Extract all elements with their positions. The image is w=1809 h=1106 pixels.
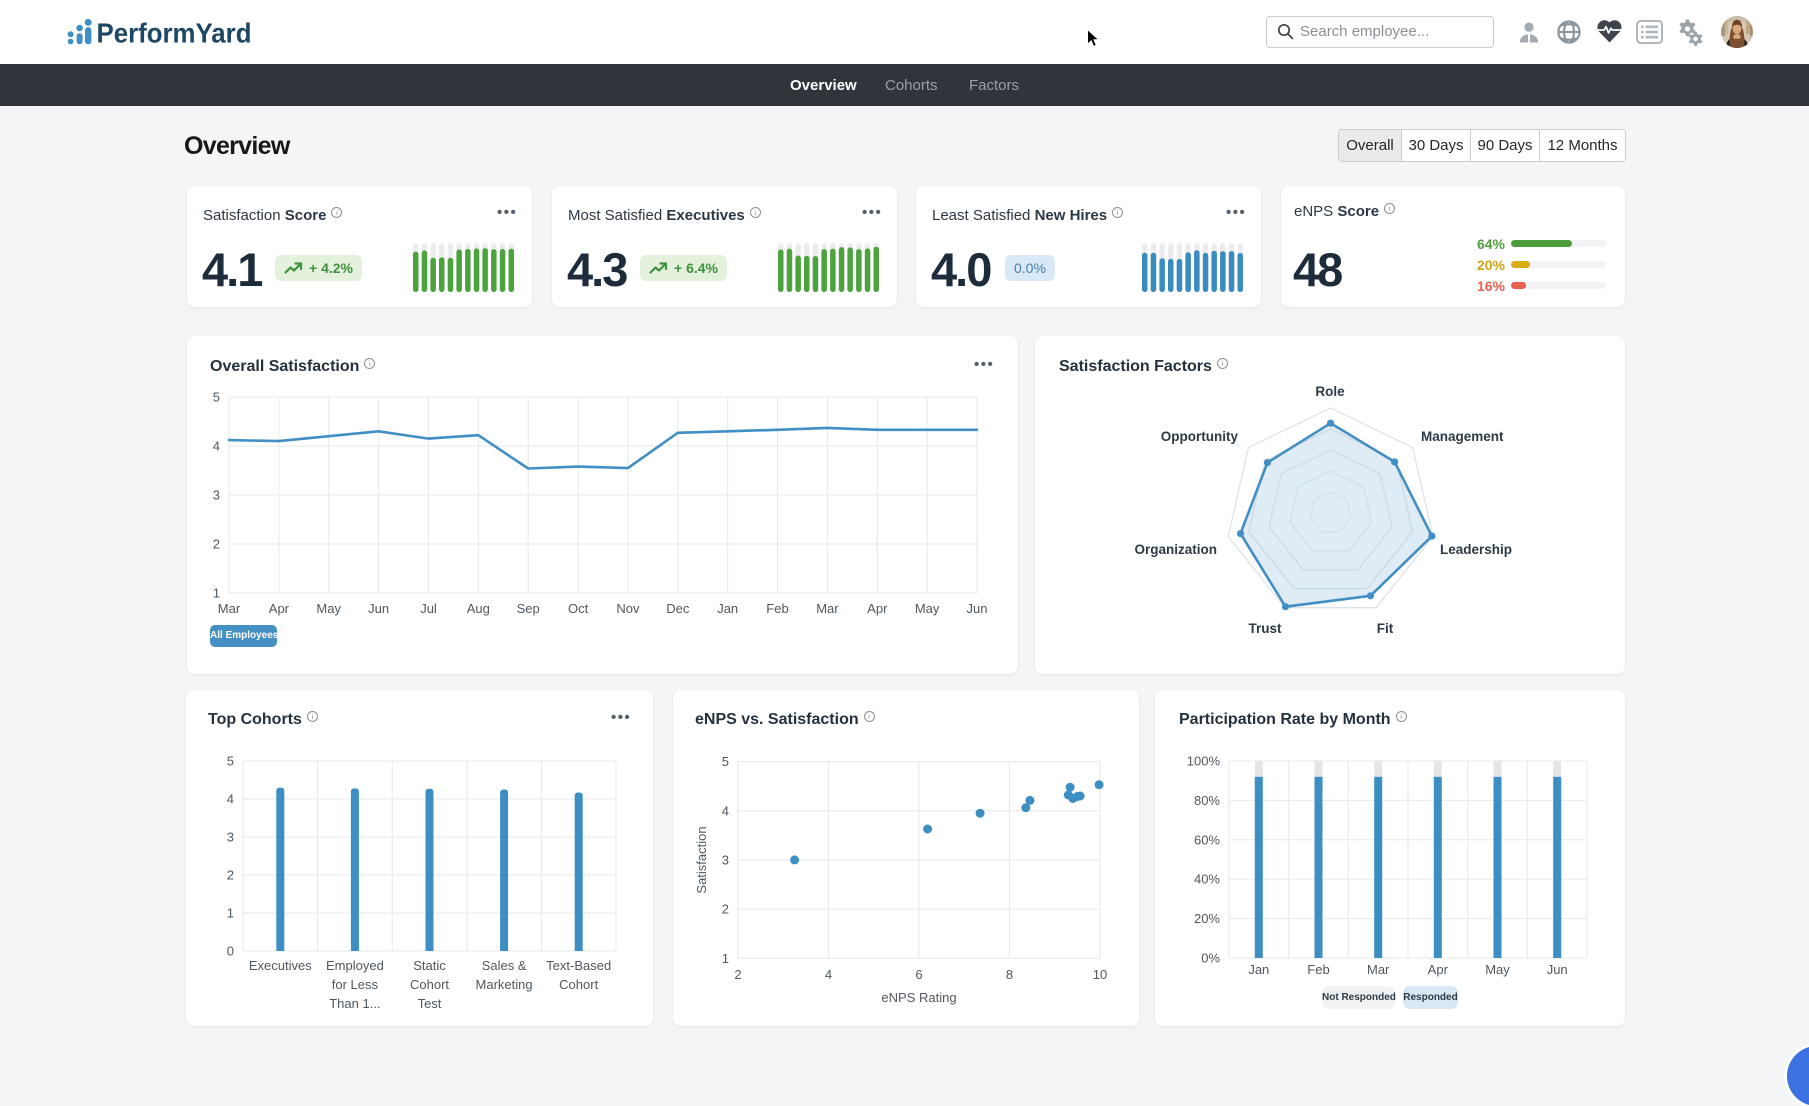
svg-text:5: 5 bbox=[213, 390, 220, 405]
svg-text:3: 3 bbox=[227, 830, 234, 845]
svg-text:Satisfaction: Satisfaction bbox=[694, 826, 709, 893]
svg-text:Jan: Jan bbox=[1248, 962, 1269, 977]
svg-text:Than 1...: Than 1... bbox=[329, 996, 380, 1011]
svg-text:Dec: Dec bbox=[666, 601, 690, 616]
svg-text:Sep: Sep bbox=[517, 601, 540, 616]
svg-text:5: 5 bbox=[227, 754, 234, 769]
svg-text:2: 2 bbox=[227, 868, 234, 883]
svg-text:eNPS Rating: eNPS Rating bbox=[881, 990, 956, 1005]
svg-text:2: 2 bbox=[734, 967, 741, 982]
svg-text:3: 3 bbox=[722, 852, 729, 867]
svg-text:Text-Based: Text-Based bbox=[546, 958, 611, 973]
svg-text:Cohort: Cohort bbox=[559, 977, 598, 992]
svg-text:1: 1 bbox=[227, 906, 234, 921]
svg-text:Mar: Mar bbox=[1367, 962, 1390, 977]
svg-text:8: 8 bbox=[1006, 967, 1013, 982]
svg-text:Jul: Jul bbox=[420, 601, 437, 616]
svg-text:May: May bbox=[316, 601, 341, 616]
svg-text:3: 3 bbox=[213, 488, 220, 503]
svg-text:Jan: Jan bbox=[717, 601, 738, 616]
svg-text:4: 4 bbox=[213, 439, 220, 454]
svg-text:0: 0 bbox=[227, 944, 234, 959]
svg-text:May: May bbox=[1485, 962, 1510, 977]
svg-text:Employed: Employed bbox=[326, 958, 384, 973]
svg-text:Feb: Feb bbox=[1307, 962, 1329, 977]
svg-text:Aug: Aug bbox=[467, 601, 490, 616]
svg-text:Apr: Apr bbox=[1428, 962, 1449, 977]
svg-text:Apr: Apr bbox=[867, 601, 888, 616]
svg-text:20%: 20% bbox=[1194, 911, 1220, 926]
svg-text:1: 1 bbox=[722, 951, 729, 966]
svg-text:PerformYard: PerformYard bbox=[97, 18, 252, 49]
svg-text:0%: 0% bbox=[1201, 951, 1220, 966]
svg-text:60%: 60% bbox=[1194, 832, 1220, 847]
svg-text:Apr: Apr bbox=[269, 601, 290, 616]
svg-text:Cohort: Cohort bbox=[410, 977, 449, 992]
svg-text:Jun: Jun bbox=[967, 601, 988, 616]
svg-text:4: 4 bbox=[722, 803, 729, 818]
svg-text:1: 1 bbox=[213, 586, 220, 601]
svg-text:10: 10 bbox=[1093, 967, 1107, 982]
svg-text:6: 6 bbox=[915, 967, 922, 982]
svg-text:Nov: Nov bbox=[616, 601, 640, 616]
svg-text:for Less: for Less bbox=[332, 977, 379, 992]
svg-text:Mar: Mar bbox=[816, 601, 839, 616]
svg-text:Marketing: Marketing bbox=[476, 977, 533, 992]
svg-text:Static: Static bbox=[413, 958, 446, 973]
svg-text:Executives: Executives bbox=[249, 958, 312, 973]
svg-text:Mar: Mar bbox=[218, 601, 241, 616]
svg-text:2: 2 bbox=[722, 902, 729, 917]
svg-text:4: 4 bbox=[825, 967, 832, 982]
svg-text:May: May bbox=[915, 601, 940, 616]
svg-text:Sales &: Sales & bbox=[482, 958, 527, 973]
svg-text:Oct: Oct bbox=[568, 601, 589, 616]
svg-text:5: 5 bbox=[722, 754, 729, 769]
svg-text:Test: Test bbox=[418, 996, 442, 1011]
svg-text:100%: 100% bbox=[1187, 754, 1221, 769]
svg-text:Jun: Jun bbox=[1547, 962, 1568, 977]
svg-text:80%: 80% bbox=[1194, 793, 1220, 808]
svg-text:Jun: Jun bbox=[368, 601, 389, 616]
svg-text:2: 2 bbox=[213, 537, 220, 552]
svg-text:40%: 40% bbox=[1194, 872, 1220, 887]
svg-text:Feb: Feb bbox=[766, 601, 788, 616]
svg-text:4: 4 bbox=[227, 792, 234, 807]
